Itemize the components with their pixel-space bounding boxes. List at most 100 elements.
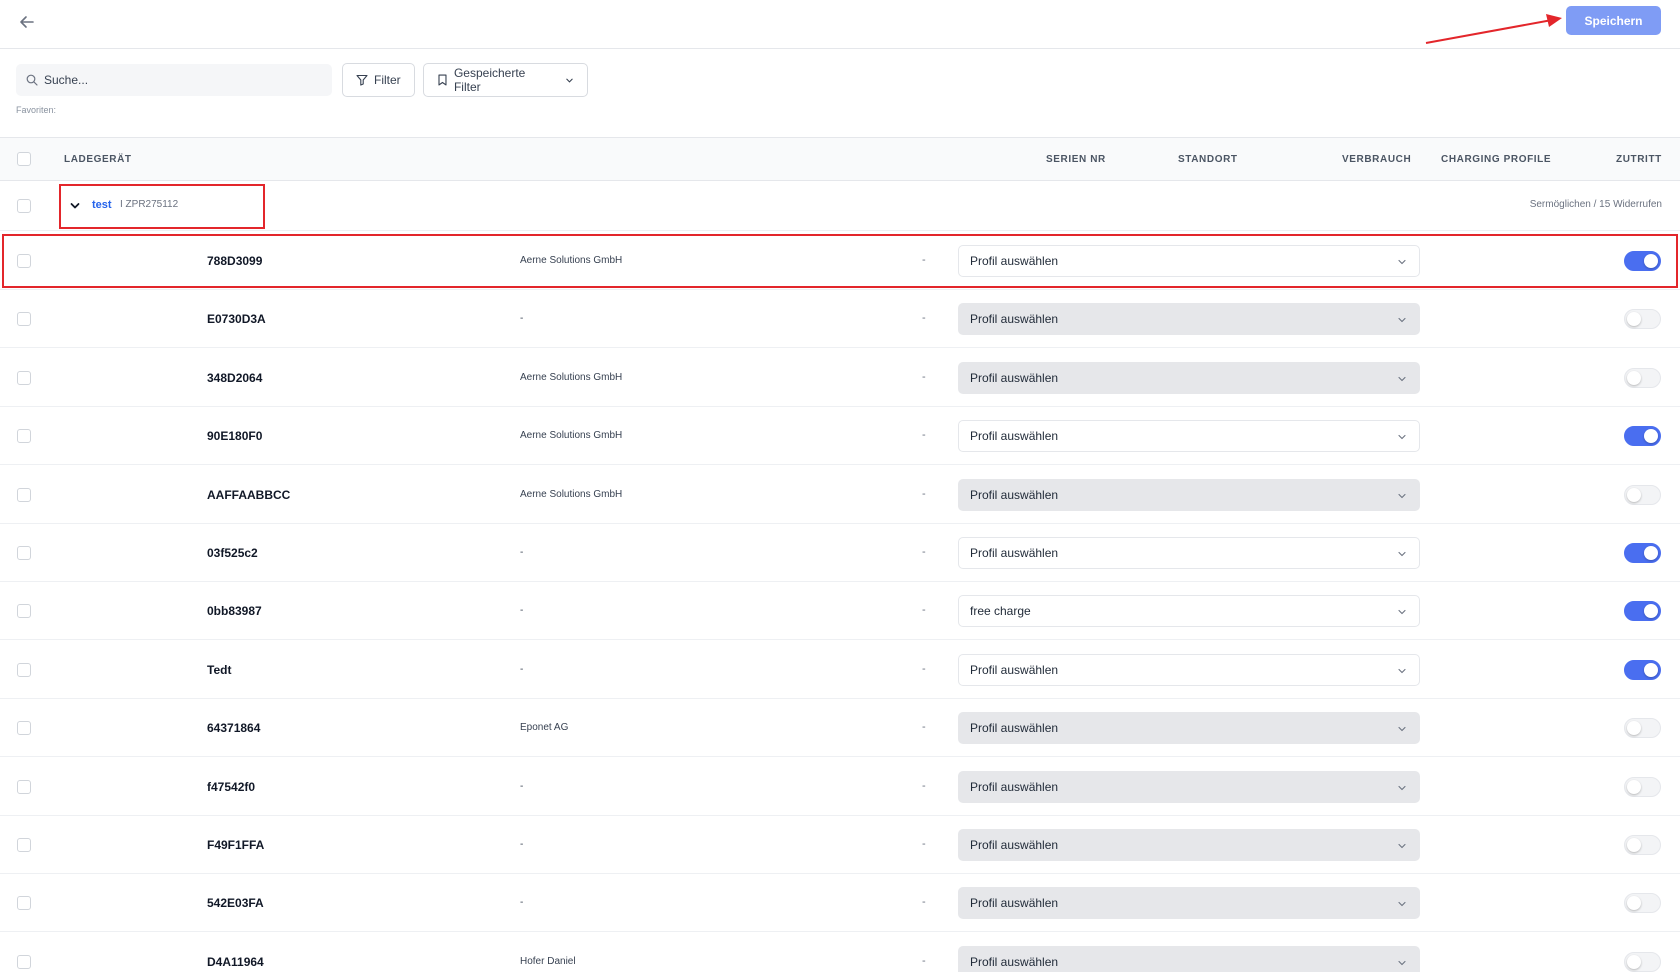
charging-profile-select[interactable]: Profil auswählen xyxy=(958,303,1420,336)
access-toggle[interactable] xyxy=(1624,951,1661,972)
group-bulk-actions[interactable]: Sermöglichen / 15 Widerrufen xyxy=(1530,199,1662,210)
charging-profile-value: Profil auswählen xyxy=(970,487,1059,502)
charger-location: - xyxy=(520,547,524,558)
column-header-charger[interactable]: LADEGERÄT xyxy=(64,154,132,165)
access-toggle[interactable] xyxy=(1624,309,1661,330)
chevron-down-icon xyxy=(1398,259,1406,265)
favorites-label: Favoriten: xyxy=(16,105,57,115)
column-header-access[interactable]: ZUTRITT xyxy=(1616,154,1662,165)
access-toggle[interactable] xyxy=(1624,776,1661,797)
table-row: Tedt - - Profil auswählen xyxy=(0,641,1680,699)
charging-profile-select[interactable]: Profil auswählen xyxy=(958,945,1420,972)
access-toggle[interactable] xyxy=(1624,659,1661,680)
charger-usage: - xyxy=(922,254,926,266)
group-row: test I ZPR275112 Sermöglichen / 15 Wider… xyxy=(0,181,1680,231)
access-toggle[interactable] xyxy=(1624,484,1661,505)
charger-location: - xyxy=(520,897,524,909)
charging-profile-value: Profil auswählen xyxy=(970,721,1059,736)
table-row: D4A11964 Hofer Daniel - Profil auswählen xyxy=(0,933,1680,972)
charger-location: Aerne Solutions GmbH xyxy=(520,488,623,500)
saved-filters-dropdown[interactable]: Gespeicherte Filter xyxy=(423,63,588,97)
table-row: f47542f0 - - Profil auswählen xyxy=(0,758,1680,816)
row-checkbox[interactable] xyxy=(17,546,31,560)
charging-profile-select[interactable]: free charge xyxy=(958,595,1420,628)
charging-profile-select[interactable]: Profil auswählen xyxy=(958,712,1420,745)
search-box[interactable] xyxy=(16,64,332,96)
charging-profile-value: Profil auswählen xyxy=(970,779,1059,794)
charging-profile-select[interactable]: Profil auswählen xyxy=(958,478,1420,511)
toggle-knob xyxy=(1644,254,1658,268)
filter-button[interactable]: Filter xyxy=(342,63,415,97)
charging-profile-value: Profil auswählen xyxy=(970,954,1059,969)
search-input[interactable] xyxy=(44,73,314,87)
charging-profile-select[interactable]: Profil auswählen xyxy=(958,361,1420,394)
access-toggle[interactable] xyxy=(1624,718,1661,739)
group-id: I ZPR275112 xyxy=(120,199,179,210)
access-toggle[interactable] xyxy=(1624,367,1661,388)
row-checkbox[interactable] xyxy=(17,604,31,619)
back-button[interactable] xyxy=(14,9,40,35)
charging-profile-value: Profil auswählen xyxy=(970,546,1059,560)
access-toggle[interactable] xyxy=(1624,426,1661,447)
select-all-checkbox[interactable] xyxy=(17,152,31,166)
charging-profile-select[interactable]: Profil auswählen xyxy=(958,887,1420,920)
table-row: 03f525c2 - - Profil auswählen xyxy=(0,524,1680,582)
column-header-profile[interactable]: CHARGING PROFILE xyxy=(1441,154,1551,165)
row-checkbox[interactable] xyxy=(17,954,31,969)
chevron-down-icon xyxy=(1398,843,1406,849)
chevron-down-icon xyxy=(1398,376,1406,382)
chevron-down-icon xyxy=(1398,902,1406,907)
charging-profile-value: Profil auswählen xyxy=(970,312,1059,327)
charging-profile-select[interactable]: Profil auswählen xyxy=(958,770,1420,803)
charger-location: Hofer Daniel xyxy=(520,955,576,967)
row-checkbox[interactable] xyxy=(17,312,31,327)
charging-profile-select[interactable]: Profil auswählen xyxy=(958,245,1420,277)
row-checkbox[interactable] xyxy=(17,662,31,677)
charger-name: AAFFAABBCC xyxy=(207,487,291,502)
row-checkbox[interactable] xyxy=(17,254,31,268)
table-row: 90E180F0 Aerne Solutions GmbH - Profil ausw… xyxy=(0,407,1680,466)
charger-usage: - xyxy=(922,896,926,909)
charger-name: 348D2064 xyxy=(207,370,263,385)
row-checkbox[interactable] xyxy=(17,429,31,444)
charging-profile-value: free charge xyxy=(970,604,1031,619)
row-checkbox[interactable] xyxy=(17,370,31,385)
charging-profile-select[interactable]: Profil auswählen xyxy=(958,420,1420,453)
charger-location: - xyxy=(520,313,524,325)
row-checkbox[interactable] xyxy=(17,838,31,852)
chevron-down-icon[interactable] xyxy=(68,199,82,213)
row-checkbox[interactable] xyxy=(17,487,31,502)
row-checkbox[interactable] xyxy=(17,779,31,794)
charger-name: 90E180F0 xyxy=(207,429,263,444)
charger-usage: - xyxy=(922,838,926,850)
toggle-knob xyxy=(1644,662,1658,677)
group-checkbox[interactable] xyxy=(17,199,31,213)
charger-name: F49F1FFA xyxy=(207,838,265,852)
charger-location: Aerne Solutions GmbH xyxy=(520,255,623,266)
table-header: LADEGERÄT SERIEN NR STANDORT VERBRAUCH C… xyxy=(0,137,1680,181)
row-checkbox[interactable] xyxy=(17,896,31,911)
group-name-link[interactable]: test xyxy=(92,199,112,211)
charger-location: - xyxy=(520,780,524,792)
access-toggle[interactable] xyxy=(1624,893,1661,914)
access-toggle[interactable] xyxy=(1624,543,1661,563)
toggle-knob xyxy=(1627,487,1641,502)
charger-usage: - xyxy=(922,604,926,617)
row-checkbox[interactable] xyxy=(17,721,31,736)
charging-profile-select[interactable]: Profil auswählen xyxy=(958,653,1420,686)
chevron-down-icon xyxy=(1398,785,1406,790)
column-header-location[interactable]: STANDORT xyxy=(1178,154,1238,165)
access-toggle[interactable] xyxy=(1624,835,1661,855)
charging-profile-select[interactable]: Profil auswählen xyxy=(958,829,1420,861)
access-toggle[interactable] xyxy=(1624,601,1661,622)
save-button[interactable]: Speichern xyxy=(1566,6,1661,35)
charger-location: Eponet AG xyxy=(520,722,569,734)
access-toggle[interactable] xyxy=(1624,251,1661,271)
charging-profile-select[interactable]: Profil auswählen xyxy=(958,537,1420,569)
chevron-down-icon xyxy=(1398,493,1406,498)
column-header-serial[interactable]: SERIEN NR xyxy=(1046,154,1106,165)
column-header-usage[interactable]: VERBRAUCH xyxy=(1342,154,1411,165)
charging-profile-value: Profil auswählen xyxy=(970,896,1059,911)
saved-filters-label: Gespeicherte Filter xyxy=(453,66,526,94)
filter-button-label: Filter xyxy=(374,73,401,87)
